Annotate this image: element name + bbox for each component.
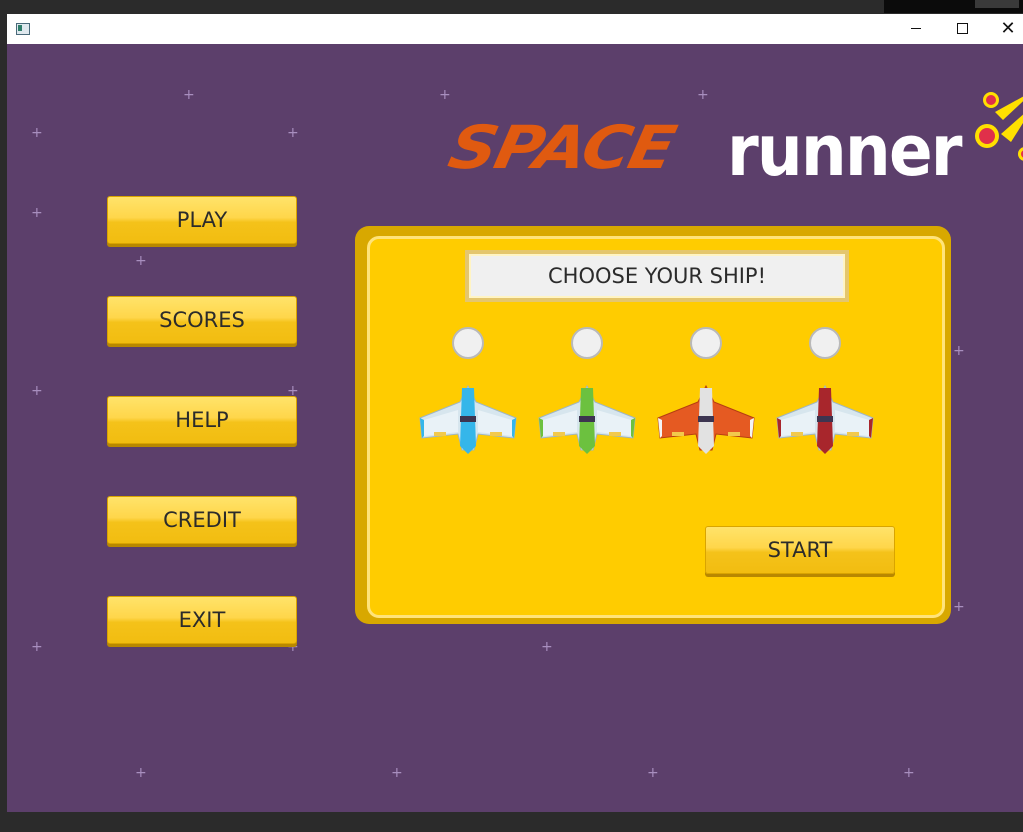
star-icon: + xyxy=(287,125,299,141)
help-button[interactable]: HELP xyxy=(107,396,297,444)
star-icon: + xyxy=(135,253,147,269)
star-icon: + xyxy=(953,599,965,615)
credit-button[interactable]: CREDIT xyxy=(107,496,297,544)
title-bar: ✕ xyxy=(7,14,1023,44)
close-icon: ✕ xyxy=(1000,18,1016,39)
star-icon: + xyxy=(31,639,43,655)
star-icon: + xyxy=(31,125,43,141)
green-ship-icon[interactable] xyxy=(537,380,637,460)
maximize-icon xyxy=(957,23,968,34)
star-icon: + xyxy=(31,383,43,399)
star-icon: + xyxy=(31,205,43,221)
logo-runner-text: runner xyxy=(727,110,963,192)
play-button[interactable]: PLAY xyxy=(107,196,297,244)
app-icon xyxy=(16,23,30,35)
star-icon: + xyxy=(953,343,965,359)
star-icon: + xyxy=(697,87,709,103)
taskbar-strip xyxy=(884,0,1023,13)
star-icon: + xyxy=(903,765,915,781)
minimize-icon xyxy=(911,28,921,29)
game-window: ✕ + + + + + + + + + + + + + + + + + + + … xyxy=(7,14,1023,812)
star-icon: + xyxy=(391,765,403,781)
start-button[interactable]: START xyxy=(705,526,895,574)
star-icon: + xyxy=(135,765,147,781)
scores-button[interactable]: SCORES xyxy=(107,296,297,344)
ship-radio-1[interactable] xyxy=(452,327,484,359)
star-icon: + xyxy=(647,765,659,781)
exit-button[interactable]: EXIT xyxy=(107,596,297,644)
orange-ship-icon[interactable] xyxy=(656,380,756,460)
close-button[interactable]: ✕ xyxy=(985,14,1023,44)
taskbar-item xyxy=(975,0,1019,8)
star-icon: + xyxy=(183,87,195,103)
blue-ship-icon[interactable] xyxy=(418,380,518,460)
logo-space-text: SPACE xyxy=(442,113,680,183)
star-icon: + xyxy=(541,639,553,655)
ship-radio-3[interactable] xyxy=(690,327,722,359)
meteor-icon xyxy=(975,92,1023,161)
maximize-button[interactable] xyxy=(939,14,985,44)
ship-radio-2[interactable] xyxy=(571,327,603,359)
star-icon: + xyxy=(439,87,451,103)
minimize-button[interactable] xyxy=(893,14,939,44)
game-canvas: + + + + + + + + + + + + + + + + + + + SP… xyxy=(7,44,1023,812)
choose-ship-heading: CHOOSE YOUR SHIP! xyxy=(465,250,849,302)
ship-radio-4[interactable] xyxy=(809,327,841,359)
red-ship-icon[interactable] xyxy=(775,380,875,460)
